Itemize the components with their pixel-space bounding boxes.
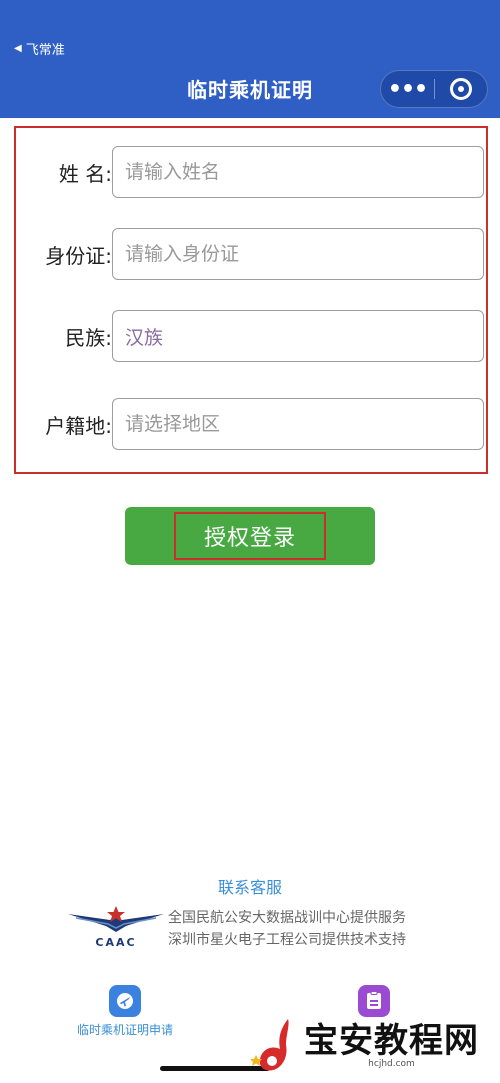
- domicile-select[interactable]: [112, 398, 484, 450]
- id-card-label: 身份证:: [45, 243, 112, 268]
- id-card-input[interactable]: [112, 228, 484, 280]
- form-row-domicile: 户籍地:: [16, 398, 486, 450]
- form-row-name: 姓 名:: [16, 146, 486, 198]
- tab-certificate-apply-label: 临时乘机证明申请: [76, 1023, 173, 1037]
- mini-program-capsule: •••: [380, 70, 488, 108]
- close-target-button[interactable]: [435, 71, 487, 107]
- service-line-1: 全国民航公安大数据战训中心提供服务: [168, 910, 406, 926]
- ethnicity-label: 民族:: [65, 325, 112, 350]
- watermark-logo-icon: [250, 1019, 289, 1071]
- back-label: 飞常准: [25, 42, 65, 58]
- name-input[interactable]: [112, 146, 484, 198]
- domicile-label: 户籍地:: [45, 413, 112, 438]
- watermark-title: 宝安教程网: [304, 1021, 479, 1061]
- caac-text: CAAC: [95, 936, 137, 949]
- info-form: 姓 名: 身份证: 民族: 户籍地:: [14, 126, 488, 474]
- back-button[interactable]: ◀ 飞常准: [14, 38, 65, 58]
- contact-support-link[interactable]: 联系客服: [0, 874, 500, 898]
- form-row-id: 身份证:: [16, 228, 486, 280]
- service-line-2: 深圳市星火电子工程公司提供技术支持: [168, 932, 406, 948]
- airplane-icon: [109, 985, 141, 1017]
- ethnicity-input[interactable]: [112, 310, 484, 362]
- more-dots-icon[interactable]: •••: [381, 71, 434, 107]
- authorize-login-button[interactable]: 授权登录: [125, 507, 375, 565]
- service-info: 全国民航公安大数据战训中心提供服务 深圳市星火电子工程公司提供技术支持: [168, 907, 488, 951]
- watermark-url: hcjhd.com: [368, 1059, 415, 1069]
- watermark-text: 宝安教程网 hcjhd.com: [304, 1021, 479, 1069]
- tab-certificate-apply[interactable]: 临时乘机证明申请: [60, 985, 190, 1038]
- form-row-ethnicity: 民族:: [16, 310, 486, 362]
- back-arrow-icon: ◀: [14, 42, 22, 54]
- watermark: 宝安教程网 hcjhd.com: [250, 1012, 500, 1078]
- app-header: ◀ 飞常准 临时乘机证明 •••: [0, 0, 500, 118]
- login-button-label: 授权登录: [173, 512, 326, 560]
- target-icon: [449, 78, 472, 100]
- name-label: 姓 名:: [58, 161, 112, 186]
